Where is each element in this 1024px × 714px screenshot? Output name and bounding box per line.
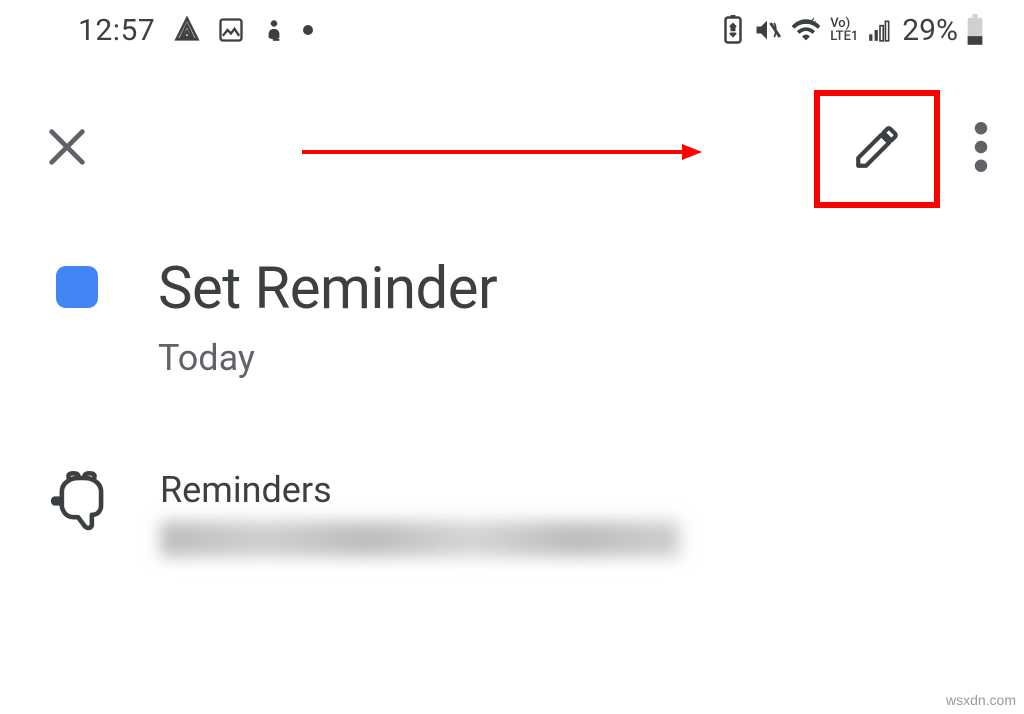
- mute-vibrate-icon: [752, 16, 782, 44]
- signal-icon: [866, 17, 894, 43]
- more-vert-icon: [974, 122, 988, 172]
- status-bar-right: Vo) LTE1 29%: [722, 13, 984, 48]
- network-label: Vo) LTE1: [830, 17, 858, 43]
- notification-icons: [173, 16, 313, 44]
- app-bar-actions: [814, 90, 988, 208]
- person-icon: [261, 16, 287, 44]
- more-notifications-dot: [303, 25, 313, 35]
- image-icon: [217, 16, 245, 44]
- overflow-menu-button[interactable]: [974, 122, 988, 176]
- reminder-header: Set Reminder Today: [56, 256, 984, 379]
- clock-time: 12:57: [78, 13, 155, 48]
- pencil-icon: [852, 122, 902, 172]
- calendar-color-swatch: [56, 266, 98, 308]
- battery-icon: [966, 14, 984, 46]
- content: Set Reminder Today Reminders: [0, 238, 1024, 557]
- watermark: wsxdn.com: [946, 692, 1016, 708]
- drive-icon: [173, 16, 201, 44]
- wifi-icon: [790, 17, 822, 43]
- status-bar: 12:57 Vo) LTE1 29%: [0, 0, 1024, 60]
- reminders-icon: [50, 471, 106, 535]
- edit-button[interactable]: [852, 122, 902, 176]
- category-label: Reminders: [160, 469, 680, 511]
- reminder-title-block: Set Reminder Today: [158, 256, 497, 379]
- status-bar-left: 12:57: [78, 13, 313, 48]
- app-bar: [0, 60, 1024, 238]
- close-icon: [44, 124, 90, 170]
- reminder-date: Today: [158, 337, 497, 379]
- battery-percent: 29%: [902, 13, 958, 48]
- category-text-block: Reminders: [160, 469, 680, 557]
- annotation-highlight-box: [814, 90, 940, 208]
- reminder-title: Set Reminder: [158, 256, 497, 323]
- account-email-blurred: [160, 521, 680, 557]
- reminder-category-row: Reminders: [56, 469, 984, 557]
- battery-saver-icon: [722, 15, 744, 45]
- close-button[interactable]: [44, 124, 90, 174]
